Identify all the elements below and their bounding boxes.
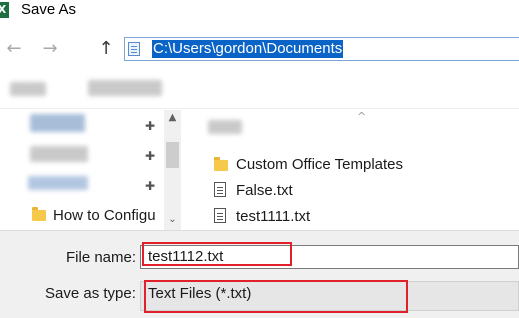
pin-icon: ✚ [145,149,156,163]
up-button[interactable]: ↑ [96,38,116,60]
file-name-label: File name: [66,249,137,266]
quick-access-item[interactable] [28,176,88,190]
navigation-bar: ← → ↑ C:\Users\gordon\Documents [0,33,519,65]
text-file-icon [214,208,226,223]
location-icon [128,42,140,56]
title-bar: X Save As [0,0,519,24]
window-title: Save As [21,1,77,18]
nav-pane-scrollbar[interactable]: ▲ ⌄ [164,110,181,230]
new-folder-button[interactable] [88,80,162,96]
file-name-value[interactable]: test1112.txt [148,248,223,265]
quick-access-item[interactable] [30,114,85,132]
folder-icon [214,157,228,171]
forward-button[interactable]: → [40,38,60,60]
address-bar[interactable]: C:\Users\gordon\Documents [124,37,519,61]
save-as-type-dropdown[interactable]: Text Files (*.txt) [140,281,519,311]
scroll-up-icon[interactable]: ▲ [164,110,181,126]
command-toolbar [0,72,519,109]
text-file-icon [214,182,226,197]
file-name-label: test1111.txt [236,208,311,225]
file-name-input[interactable]: test1112.txt [140,245,519,269]
navigation-pane: ✚ ✚ ✚ How to Configu ▲ ⌄ [0,110,183,230]
file-name-label: False.txt [236,182,293,199]
sort-caret-icon: ^ [357,110,367,123]
save-as-type-value[interactable]: Text Files (*.txt) [148,285,251,302]
folder-icon [32,207,46,221]
column-header-name[interactable] [208,120,242,134]
list-item[interactable]: False.txt [212,180,512,202]
save-options-panel: File name: test1112.txt Save as type: Te… [0,230,519,318]
save-as-type-label: Save as type: [45,285,136,302]
nav-item-how-to-configure[interactable]: How to Configu [53,207,165,224]
file-list: ^ Custom Office Templates False.txt test… [190,110,519,230]
excel-icon: X [0,2,9,18]
organize-button[interactable] [10,82,46,96]
pin-icon: ✚ [145,179,156,193]
scroll-thumb[interactable] [166,142,179,168]
back-button[interactable]: ← [4,38,24,60]
list-item[interactable]: test1111.txt [212,206,512,228]
quick-access-item[interactable] [30,146,88,162]
pin-icon: ✚ [145,119,156,133]
file-name-label: Custom Office Templates [236,156,404,173]
scroll-down-icon[interactable]: ⌄ [164,212,181,228]
list-item[interactable]: Custom Office Templates [212,154,512,176]
address-text[interactable]: C:\Users\gordon\Documents [152,40,344,58]
